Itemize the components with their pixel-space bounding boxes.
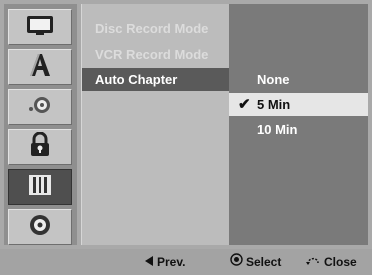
display-icon: [25, 14, 55, 41]
select-label: Select: [246, 255, 282, 269]
option-none[interactable]: None: [229, 68, 368, 91]
recording-settings-tab[interactable]: [8, 169, 72, 205]
lock-icon: [29, 131, 51, 163]
option-10-min[interactable]: 10 Min: [229, 118, 368, 141]
enter-button-icon: [230, 249, 243, 275]
language-icon: [27, 52, 53, 83]
prev-hint[interactable]: Prev.: [145, 249, 185, 275]
language-settings-tab[interactable]: [8, 49, 72, 85]
audio-icon: [27, 95, 53, 120]
audio-settings-tab[interactable]: [8, 89, 72, 125]
select-hint[interactable]: Select: [230, 249, 281, 275]
menu-item-disc-record-mode[interactable]: Disc Record Mode: [82, 18, 230, 40]
option-label: 5 Min: [257, 97, 291, 112]
option-5-min[interactable]: ✔ 5 Min: [229, 93, 368, 116]
close-label: Close: [324, 255, 357, 269]
options-panel: None ✔ 5 Min 10 Min: [229, 4, 368, 245]
prev-label: Prev.: [157, 255, 186, 269]
option-label: 10 Min: [257, 122, 298, 137]
lock-settings-tab[interactable]: [8, 129, 72, 165]
disc-icon: [28, 213, 52, 242]
menu-panel: Disc Record Mode VCR Record Mode Auto Ch…: [81, 4, 230, 245]
display-settings-tab[interactable]: [8, 9, 72, 45]
button-hint-bar: Prev. Select Close: [0, 249, 372, 275]
return-arrow-icon: [305, 249, 321, 275]
checkmark-icon: ✔: [238, 96, 251, 113]
setup-menu-screen: Disc Record Mode VCR Record Mode Auto Ch…: [0, 0, 372, 249]
category-sidebar: [4, 4, 77, 245]
disc-settings-tab[interactable]: [8, 209, 72, 245]
close-hint[interactable]: Close: [305, 249, 357, 275]
option-label: None: [257, 72, 290, 87]
menu-item-auto-chapter[interactable]: Auto Chapter: [82, 68, 230, 91]
recording-icon: [27, 173, 53, 202]
menu-item-vcr-record-mode[interactable]: VCR Record Mode: [82, 44, 230, 66]
left-arrow-icon: [145, 249, 154, 275]
